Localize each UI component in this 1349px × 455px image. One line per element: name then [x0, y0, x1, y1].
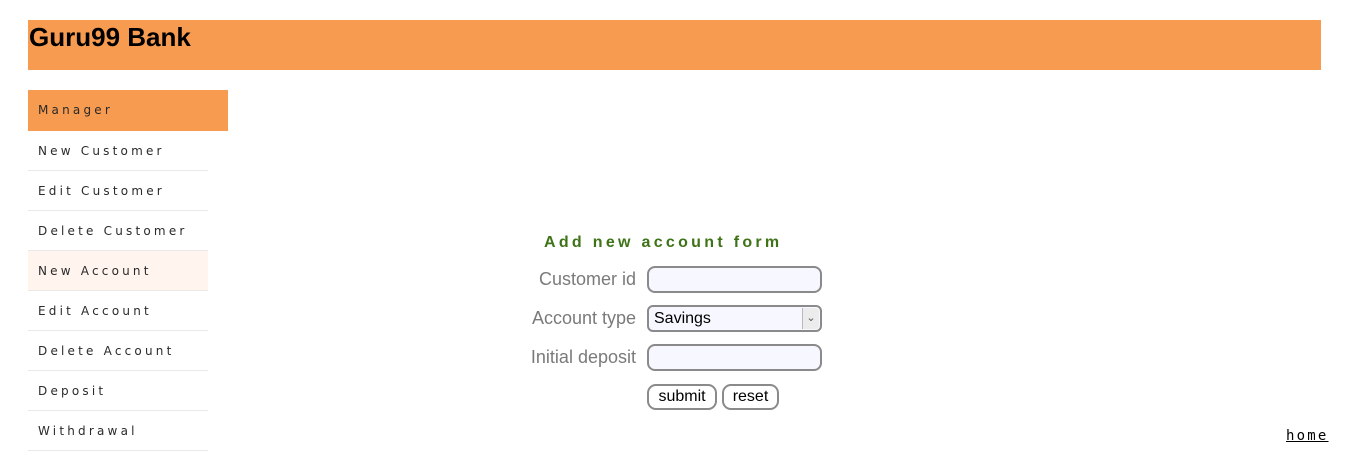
account-type-selected-value: Savings — [654, 310, 711, 327]
sidebar-item-deposit[interactable]: Deposit — [28, 371, 208, 411]
sidebar-item-withdrawal[interactable]: Withdrawal — [28, 411, 208, 451]
initial-deposit-label: Initial deposit — [530, 347, 636, 367]
site-title: Guru99 Bank — [29, 22, 191, 52]
page-header: Guru99 Bank — [28, 20, 1321, 70]
submit-button[interactable]: submit — [647, 384, 717, 410]
reset-button[interactable]: reset — [722, 384, 779, 410]
sidebar-item-delete-customer[interactable]: Delete Customer — [28, 211, 208, 251]
account-type-label: Account type — [531, 308, 636, 328]
sidebar-item-new-customer[interactable]: New Customer — [28, 131, 208, 171]
sidebar-item-new-account[interactable]: New Account — [28, 251, 208, 291]
account-type-select[interactable]: Savings ⌄ — [647, 305, 822, 332]
initial-deposit-input[interactable] — [647, 344, 822, 371]
sidebar-item-edit-account[interactable]: Edit Account — [28, 291, 208, 331]
sidebar-item-manager[interactable]: Manager — [28, 90, 228, 131]
sidebar-menu: Manager New Customer Edit Customer Delet… — [28, 90, 228, 451]
sidebar-item-delete-account[interactable]: Delete Account — [28, 331, 208, 371]
form-title: Add new account form — [544, 234, 783, 251]
customer-id-label: Customer id — [538, 269, 636, 289]
home-link[interactable]: home — [1286, 428, 1329, 444]
sidebar-item-edit-customer[interactable]: Edit Customer — [28, 171, 208, 211]
customer-id-input[interactable] — [647, 266, 822, 293]
chevron-down-icon[interactable]: ⌄ — [802, 308, 819, 329]
